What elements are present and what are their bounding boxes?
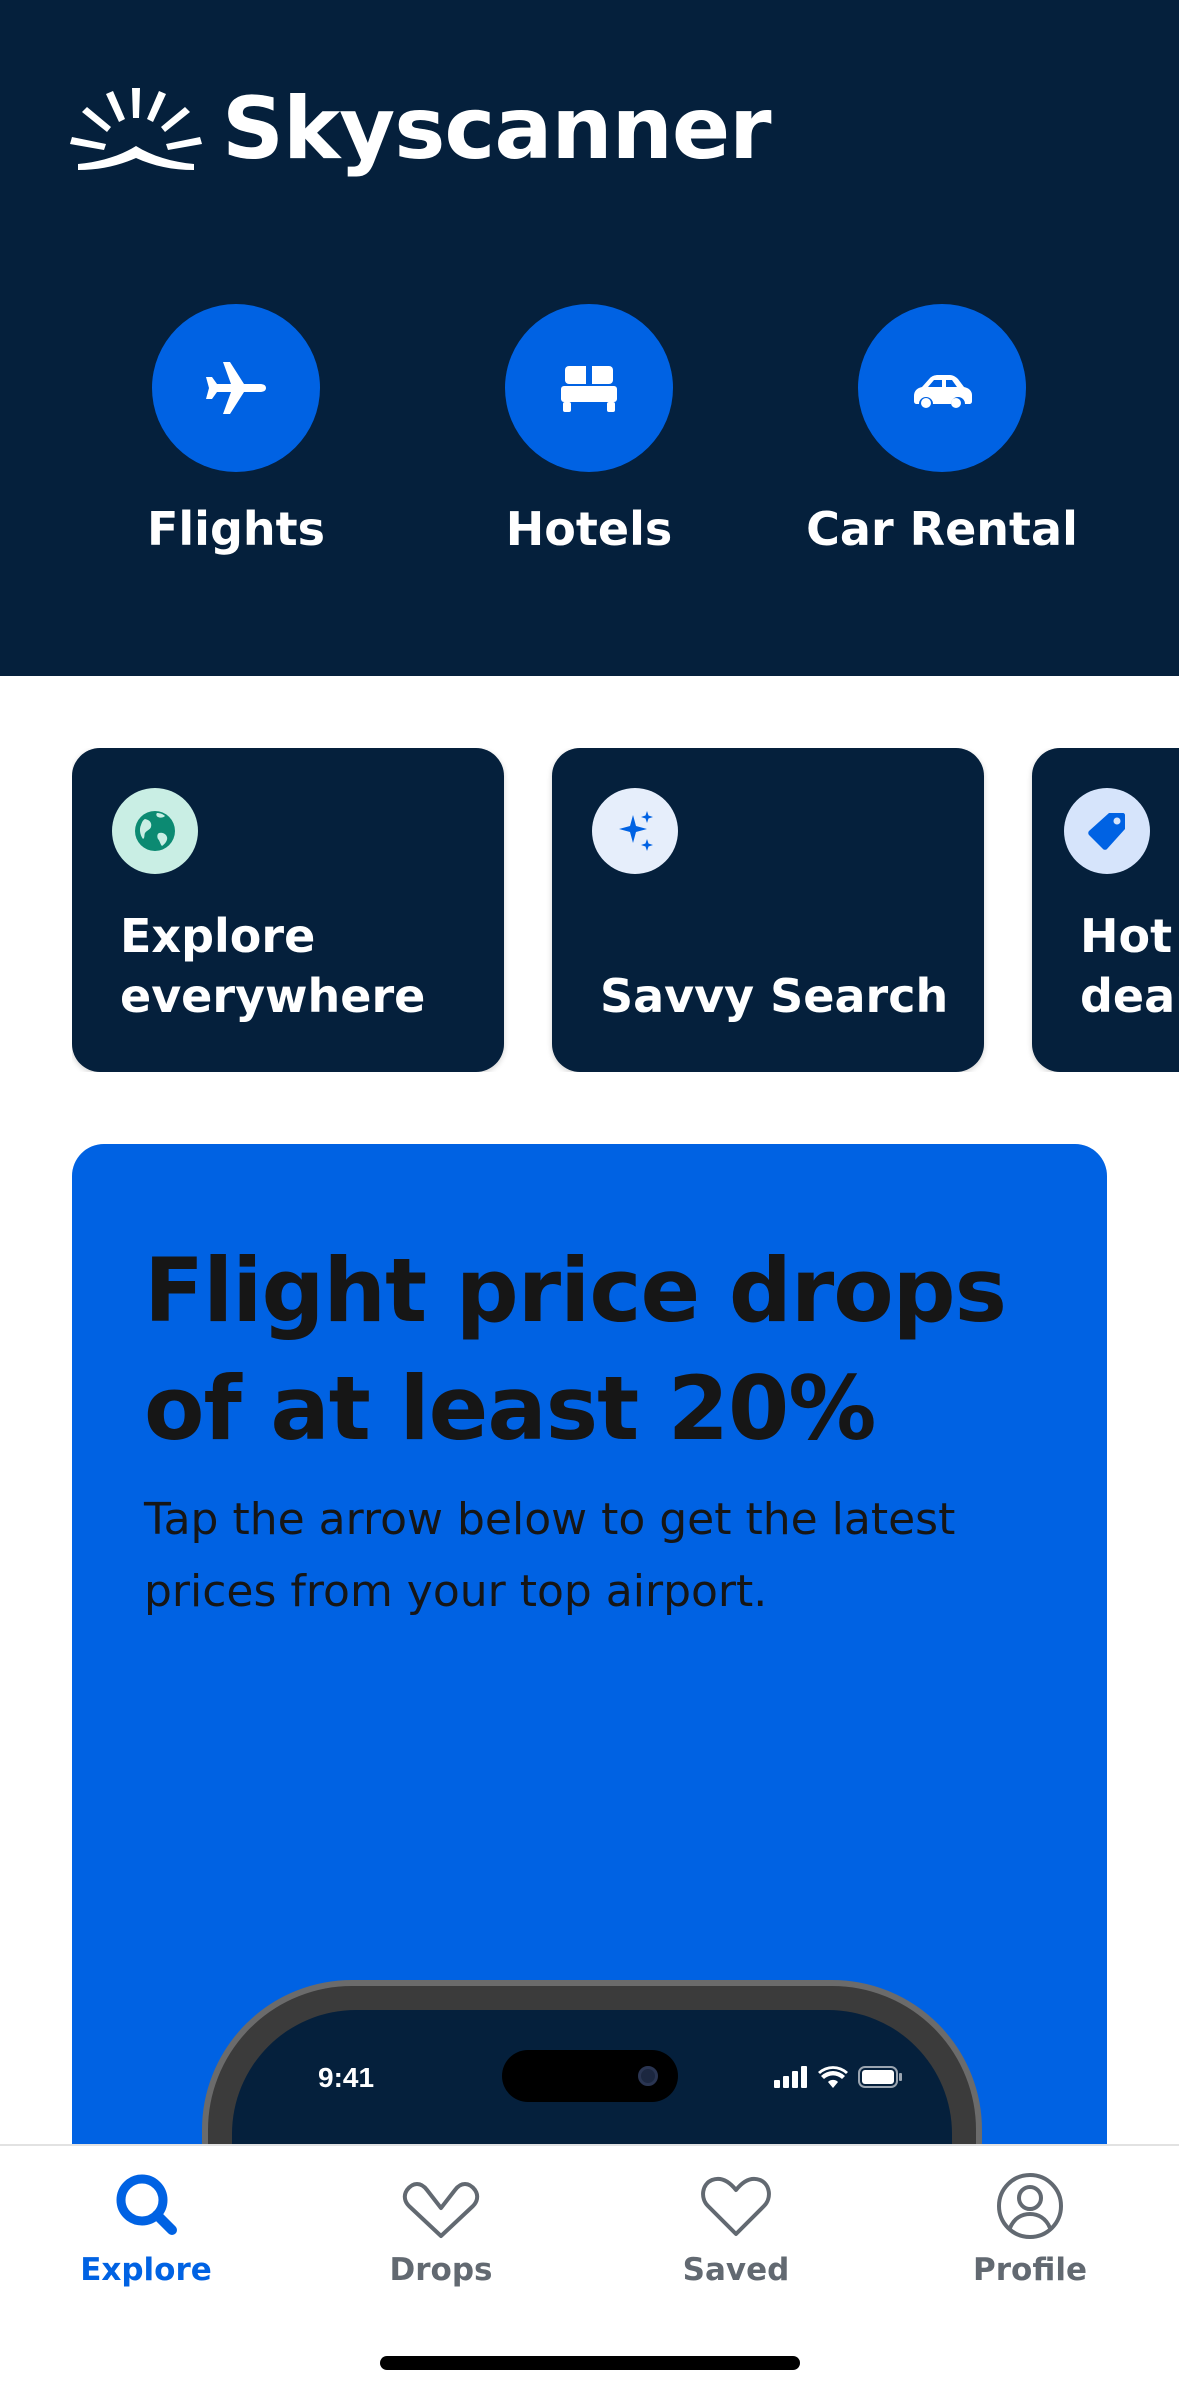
home-indicator[interactable] <box>380 2356 800 2370</box>
hotels-circle[interactable] <box>505 304 673 472</box>
header: Skyscanner Flights Hotels Car Rental <box>0 0 1179 676</box>
phone-clock: 9:41 <box>318 2062 375 2093</box>
profile-icon <box>997 2173 1063 2239</box>
brand-name: Skyscanner <box>222 79 772 179</box>
search-icon <box>116 2174 177 2235</box>
camera-icon <box>638 2066 658 2086</box>
phone-mockup: 9:41 <box>202 1980 982 2144</box>
tab-label-explore: Explore <box>80 2252 212 2288</box>
signal-icon <box>774 2066 807 2088</box>
sunrise-logo-icon <box>70 88 202 170</box>
category-car-rental[interactable]: Car Rental <box>806 304 1078 556</box>
tab-explore[interactable]: Explore <box>26 2170 266 2288</box>
card-savvy-search[interactable]: Savvy Search <box>552 748 984 1072</box>
phone-screen: 9:41 <box>232 2010 952 2144</box>
airplane-icon <box>206 362 266 414</box>
phone-status-icons <box>774 2066 904 2088</box>
tab-label-drops: Drops <box>389 2252 493 2288</box>
price-drops-promo[interactable]: Flight price drops of at least 20% Tap t… <box>72 1144 1107 2144</box>
tab-drops[interactable]: Drops <box>321 2170 561 2288</box>
sparkle-icon <box>619 811 653 851</box>
tab-label-profile: Profile <box>973 2252 1087 2288</box>
car-icon <box>914 375 972 408</box>
car-rental-circle[interactable] <box>858 304 1026 472</box>
category-hotels[interactable]: Hotels <box>469 304 709 556</box>
promo-title: Flight price drops of at least 20% <box>144 1239 1007 1460</box>
wifi-icon <box>818 2066 848 2088</box>
bed-icon <box>561 366 617 412</box>
promo-description: Tap the arrow below to get the latest pr… <box>144 1494 956 1617</box>
sparkle-icon-badge <box>592 788 678 874</box>
card-hot-deals[interactable]: Hot deals <box>1032 748 1179 1072</box>
category-label-car-rental: Car Rental <box>806 502 1078 556</box>
tab-saved[interactable]: Saved <box>616 2170 856 2288</box>
globe-icon <box>135 811 175 851</box>
card-title-explore: Explore everywhere <box>120 909 426 1023</box>
globe-icon-badge <box>112 788 198 874</box>
flights-circle[interactable] <box>152 304 320 472</box>
category-flights[interactable]: Flights <box>116 304 356 556</box>
category-label-hotels: Hotels <box>505 502 673 556</box>
heart-icon <box>701 2176 771 2236</box>
tab-profile[interactable]: Profile <box>910 2170 1150 2288</box>
tag-icon <box>1088 813 1125 850</box>
quick-actions-carousel[interactable]: Explore everywhere Savvy Search Hot deal… <box>72 748 1179 1072</box>
drops-icon <box>402 2182 480 2238</box>
card-title-hot-deals: Hot deals <box>1080 909 1179 1023</box>
card-title-savvy-search: Savvy Search <box>600 969 949 1023</box>
battery-icon <box>858 2066 902 2088</box>
skyscanner-logo: Skyscanner <box>70 79 772 179</box>
tab-label-saved: Saved <box>682 2252 790 2288</box>
tag-icon-badge <box>1064 788 1150 874</box>
card-explore-everywhere[interactable]: Explore everywhere <box>72 748 504 1072</box>
dynamic-island <box>502 2050 678 2102</box>
category-label-flights: Flights <box>146 502 325 556</box>
